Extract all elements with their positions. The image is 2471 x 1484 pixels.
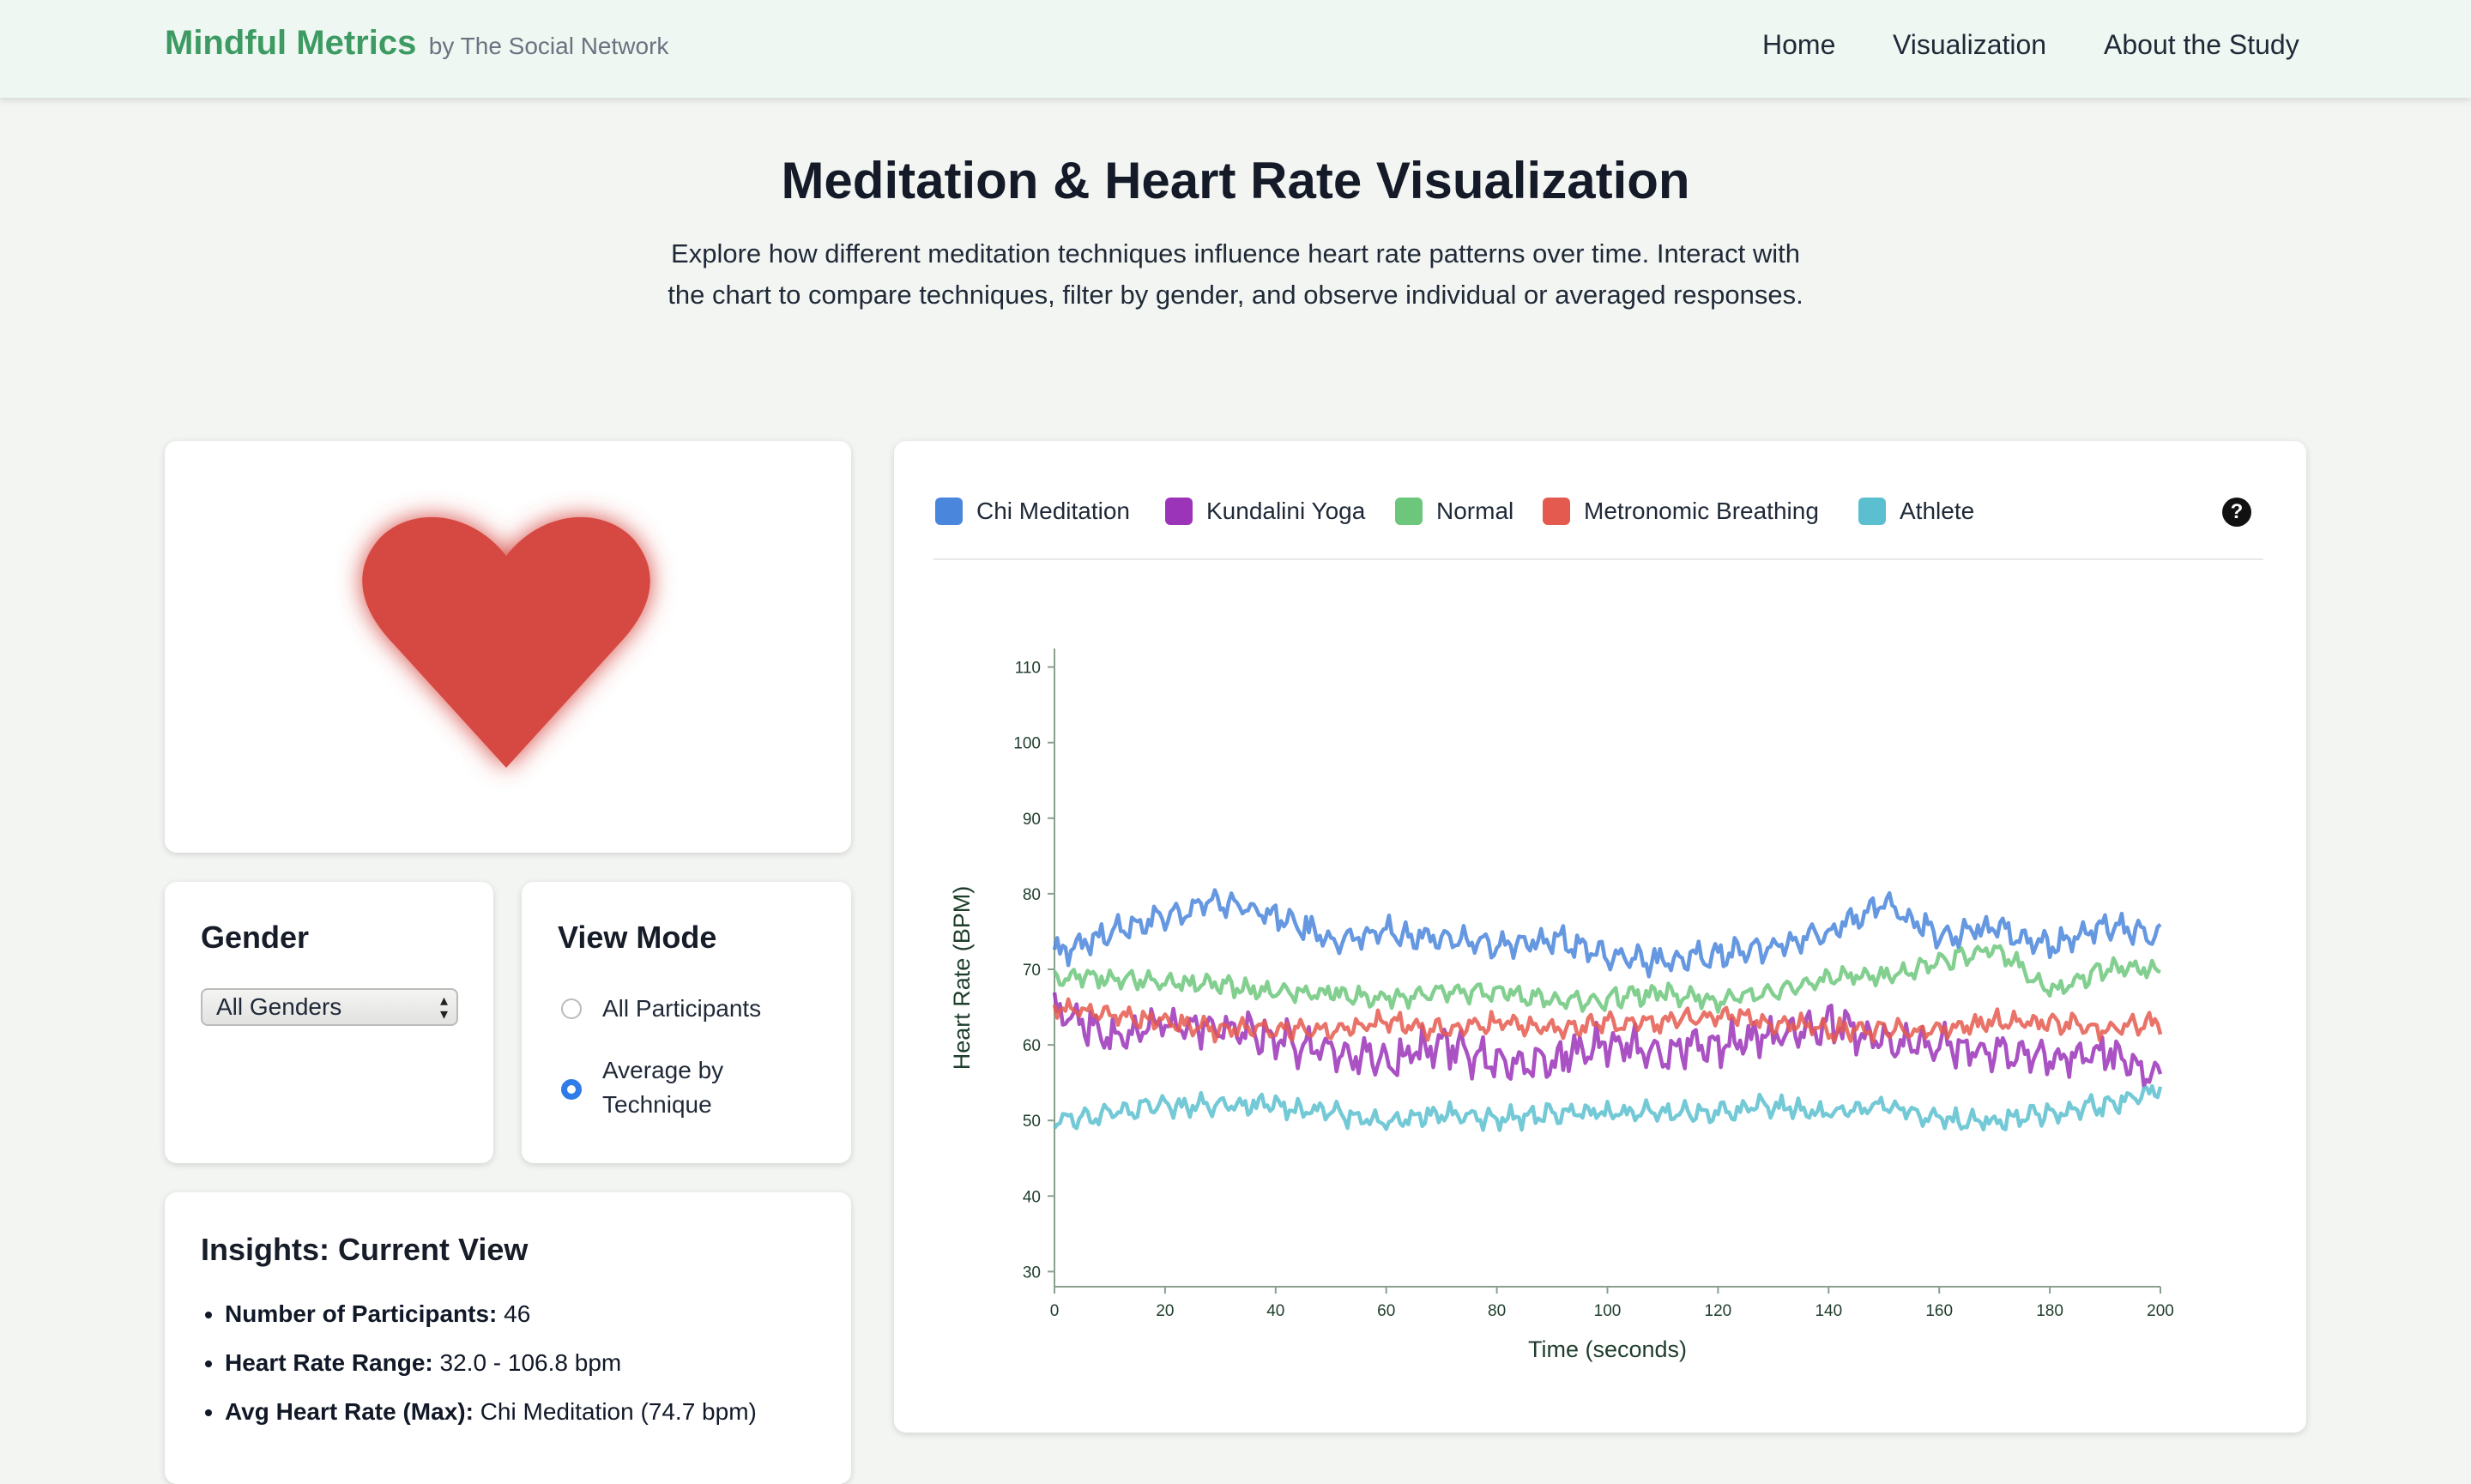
x-axis-label: Time (seconds) — [1528, 1336, 1687, 1362]
heart-icon — [326, 472, 686, 798]
top-navbar: Mindful Metrics by The Social Network Ho… — [0, 0, 2471, 98]
radio-average-by-technique-button[interactable] — [561, 1079, 582, 1100]
y-tick-label: 60 — [1023, 1037, 1041, 1055]
y-tick-label: 70 — [1023, 962, 1041, 980]
radio-all-participants-button[interactable] — [561, 998, 582, 1019]
insights-card: Insights: Current View Number of Partici… — [165, 1192, 851, 1484]
x-tick-label: 200 — [2147, 1302, 2174, 1320]
radio-average-by-technique-label: Average by Technique — [602, 1057, 724, 1118]
brand-subtitle: by The Social Network — [428, 33, 669, 59]
view-mode-card: View Mode All Participants Average by Te… — [522, 882, 851, 1163]
gender-select[interactable]: All Genders ▴ ▾ — [201, 988, 458, 1026]
x-tick-label: 20 — [1156, 1302, 1174, 1320]
y-tick-label: 50 — [1023, 1113, 1041, 1131]
brand-logo[interactable]: Mindful Metrics by The Social Network — [165, 24, 668, 63]
brand-name: Mindful Metrics — [165, 24, 417, 62]
insight-heart-rate-range: Heart Rate Range: 32.0 - 106.8 bpm — [225, 1346, 757, 1395]
y-tick-label: 100 — [1013, 735, 1041, 753]
x-tick-label: 0 — [1050, 1302, 1060, 1320]
nav-about-the-study[interactable]: About the Study — [2104, 29, 2299, 61]
legend-swatch — [935, 498, 963, 525]
y-tick-label: 110 — [1015, 660, 1041, 678]
select-arrows-icon: ▴ ▾ — [439, 992, 448, 1023]
y-axis-label: Heart Rate (BPM) — [949, 886, 975, 1071]
x-tick-label: 160 — [1925, 1302, 1953, 1320]
gender-card: Gender All Genders ▴ ▾ — [165, 882, 493, 1163]
x-tick-label: 60 — [1377, 1302, 1395, 1320]
legend-swatch — [1543, 498, 1570, 525]
insight-avg-heart-rate-max: Avg Heart Rate (Max): Chi Meditation (74… — [225, 1395, 757, 1444]
series-line-athlete — [1053, 1083, 2163, 1132]
nav-home[interactable]: Home — [1762, 29, 1835, 61]
y-tick-label: 90 — [1023, 811, 1041, 829]
x-tick-label: 40 — [1266, 1302, 1284, 1320]
legend-divider — [933, 558, 2263, 560]
x-tick-label: 120 — [1705, 1302, 1732, 1320]
x-tick-label: 140 — [1815, 1302, 1842, 1320]
x-tick-label: 80 — [1488, 1302, 1506, 1320]
page-title: Meditation & Heart Rate Visualization — [781, 152, 1690, 209]
series-line-normal — [1053, 944, 2161, 1014]
x-tick-label: 100 — [1594, 1302, 1622, 1320]
view-mode-title: View Mode — [558, 920, 717, 955]
legend-swatch — [1395, 498, 1423, 525]
gender-select-value: All Genders — [216, 993, 342, 1020]
heart-rate-chart: 30 40 50 60 70 80 90 100 110 0 20 40 60 80 100 120 140 16… — [949, 648, 2174, 1362]
insights-title: Insights: Current View — [201, 1232, 529, 1267]
series-line-chi-meditation — [1052, 888, 2162, 979]
radio-all-participants-label: All Participants — [602, 995, 762, 1022]
legend-swatch — [1858, 498, 1886, 525]
gender-title: Gender — [201, 920, 310, 955]
nav-visualization[interactable]: Visualization — [1893, 29, 2046, 61]
legend-swatch — [1165, 498, 1193, 525]
page-description: Explore how different meditation techniq… — [668, 238, 1803, 310]
insight-participants: Number of Participants: 46 — [225, 1297, 757, 1346]
x-tick-label: 180 — [2036, 1302, 2063, 1320]
insights-list: Number of Participants: 46 Heart Rate Ra… — [225, 1297, 757, 1444]
y-tick-label: 80 — [1023, 886, 1041, 904]
y-tick-label: 40 — [1023, 1188, 1041, 1206]
help-icon[interactable]: ? — [2222, 498, 2251, 527]
y-tick-label: 30 — [1023, 1264, 1041, 1282]
